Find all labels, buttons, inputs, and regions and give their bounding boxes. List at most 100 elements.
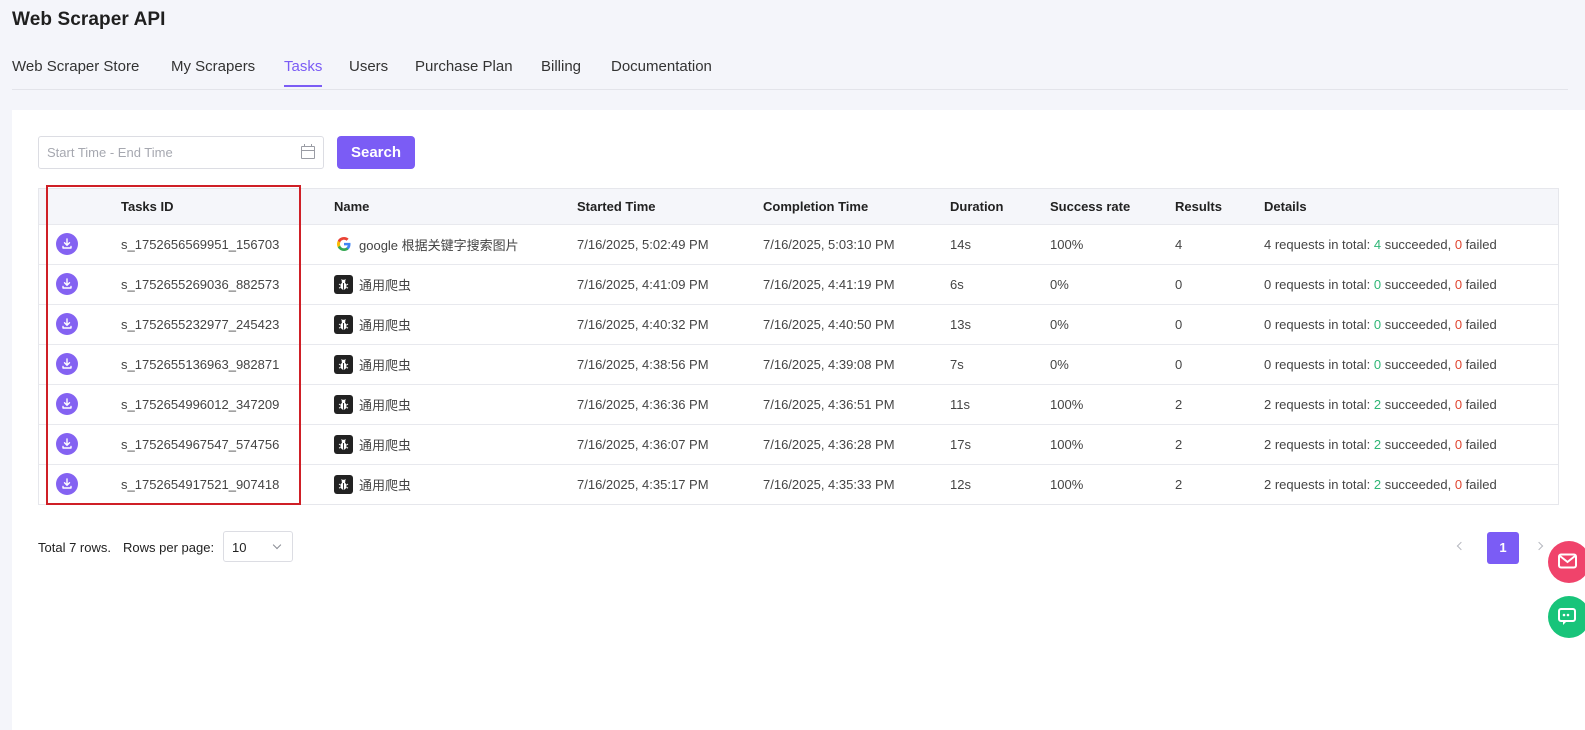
task-id-cell: s_1752655136963_982871 (121, 356, 280, 372)
task-id-cell: s_1752654967547_574756 (121, 436, 280, 452)
table-row: s_1752655232977_245423 通用爬虫 7/16/2025, 4:4… (39, 304, 1558, 344)
rows-per-page-select[interactable]: 10 (223, 531, 293, 562)
details-failed-label: failed (1462, 276, 1497, 292)
tab-users[interactable]: Users (349, 58, 388, 85)
details-failed-label: failed (1462, 316, 1497, 332)
task-name: 通用爬虫 (359, 437, 412, 453)
details-succeeded-label: succeeded, (1381, 396, 1455, 412)
details-succeeded-label: succeeded, (1381, 356, 1455, 372)
started-time-cell: 7/16/2025, 4:40:32 PM (577, 316, 709, 332)
mail-button[interactable] (1548, 541, 1585, 583)
tab-web-scraper-store[interactable]: Web Scraper Store (12, 58, 139, 85)
task-name-cell: 通用爬虫 (334, 424, 577, 464)
details-prefix: requests in total: (1271, 316, 1374, 332)
success-rate-cell: 0% (1050, 316, 1069, 332)
success-rate-cell: 100% (1050, 436, 1084, 452)
header-task-id: Tasks ID (121, 198, 174, 214)
mail-icon (1558, 553, 1577, 569)
header-duration: Duration (950, 198, 1004, 214)
task-name: 通用爬虫 (359, 397, 412, 413)
started-time-cell: 7/16/2025, 4:36:36 PM (577, 396, 709, 412)
chat-icon (1558, 608, 1576, 625)
details-cell: 0 requests in total: 0 succeeded, 0 fail… (1264, 304, 1558, 344)
rows-per-page-label: Rows per page: (123, 540, 215, 555)
details-succeeded: 4 (1373, 236, 1382, 252)
details-failed-label: failed (1462, 476, 1497, 492)
tab-billing[interactable]: Billing (541, 58, 581, 85)
app-title: Web Scraper API (12, 9, 166, 30)
download-icon[interactable] (56, 353, 78, 375)
success-rate-cell: 0% (1050, 356, 1069, 372)
details-prefix: requests in total: (1271, 276, 1374, 292)
details-failed-label: failed (1462, 356, 1497, 372)
details-succeeded-label: succeeded, (1381, 276, 1455, 292)
download-icon[interactable] (56, 313, 78, 335)
date-range-input[interactable] (47, 137, 287, 168)
tab-tasks[interactable]: Tasks (284, 58, 323, 87)
total-rows-text: Total 7 rows. (38, 540, 111, 555)
task-id-cell: s_1752655269036_882573 (121, 276, 280, 292)
details-cell: 2 requests in total: 2 succeeded, 0 fail… (1264, 464, 1558, 504)
results-cell: 4 (1175, 236, 1183, 252)
task-id-cell: s_1752655232977_245423 (121, 316, 280, 332)
started-time-cell: 7/16/2025, 4:38:56 PM (577, 356, 709, 372)
tab-purchase-plan[interactable]: Purchase Plan (415, 58, 513, 85)
results-cell: 0 (1175, 276, 1183, 292)
header-results: Results (1175, 198, 1222, 214)
task-name: 通用爬虫 (359, 317, 412, 333)
download-icon[interactable] (56, 473, 78, 496)
started-time-cell: 7/16/2025, 4:41:09 PM (577, 276, 709, 292)
duration-cell: 12s (950, 476, 971, 492)
details-failed: 0 (1454, 236, 1463, 252)
google-icon (334, 235, 353, 254)
table-row: s_1752654996012_347209 通用爬虫 7/16/2025, 4:3… (39, 384, 1558, 424)
details-failed: 0 (1454, 356, 1463, 372)
details-succeeded-label: succeeded, (1381, 316, 1455, 332)
task-name-cell: 通用爬虫 (334, 464, 577, 504)
prev-page-button[interactable] (1453, 540, 1467, 554)
bug-icon (334, 354, 353, 374)
row-action-cell (39, 304, 121, 344)
header-name: Name (334, 198, 370, 214)
started-time-cell: 7/16/2025, 4:35:17 PM (577, 476, 709, 492)
task-name-cell: google 根据关键字搜索图片 (334, 224, 577, 264)
details-cell: 0 requests in total: 0 succeeded, 0 fail… (1264, 344, 1558, 384)
rows-per-page-value: 10 (232, 540, 247, 555)
completion-time-cell: 7/16/2025, 4:39:08 PM (763, 356, 895, 372)
tasks-table: Tasks ID Name Started Time Completion Ti… (38, 188, 1559, 505)
tab-documentation[interactable]: Documentation (611, 58, 712, 85)
details-succeeded: 2 (1373, 476, 1382, 492)
table-row: s_1752654917521_907418 通用爬虫 7/16/2025, 4:3… (39, 464, 1558, 504)
download-icon[interactable] (56, 393, 78, 415)
tab-my-scrapers[interactable]: My Scrapers (171, 58, 255, 85)
results-cell: 2 (1175, 396, 1183, 412)
download-icon[interactable] (56, 433, 78, 455)
started-time-cell: 7/16/2025, 5:02:49 PM (577, 236, 709, 252)
download-icon[interactable] (56, 273, 78, 295)
search-button[interactable]: Search (337, 136, 415, 169)
page-1-button[interactable]: 1 (1487, 532, 1519, 564)
success-rate-cell: 100% (1050, 236, 1084, 252)
chat-button[interactable] (1548, 596, 1585, 638)
calendar-icon[interactable] (301, 144, 315, 159)
task-name-cell: 通用爬虫 (334, 344, 577, 384)
duration-cell: 13s (950, 316, 971, 332)
task-id-cell: s_1752654996012_347209 (121, 396, 280, 412)
next-page-button[interactable] (1534, 540, 1548, 554)
details-succeeded-label: succeeded, (1381, 236, 1455, 252)
duration-cell: 11s (950, 396, 970, 412)
task-name: google 根据关键字搜索图片 (359, 237, 519, 253)
details-failed: 0 (1454, 316, 1463, 332)
completion-time-cell: 7/16/2025, 4:41:19 PM (763, 276, 895, 292)
table-header-row: Tasks ID Name Started Time Completion Ti… (39, 189, 1558, 224)
date-range-picker[interactable] (38, 136, 324, 169)
details-succeeded: 0 (1373, 316, 1382, 332)
download-icon[interactable] (56, 233, 78, 255)
table-row: s_1752655269036_882573 通用爬虫 7/16/2025, 4:4… (39, 264, 1558, 304)
details-failed: 0 (1454, 476, 1463, 492)
row-action-cell (39, 224, 121, 264)
details-failed-label: failed (1462, 396, 1497, 412)
details-cell: 2 requests in total: 2 succeeded, 0 fail… (1264, 384, 1558, 424)
details-succeeded: 0 (1373, 356, 1382, 372)
task-id-cell: s_1752654917521_907418 (121, 476, 280, 492)
